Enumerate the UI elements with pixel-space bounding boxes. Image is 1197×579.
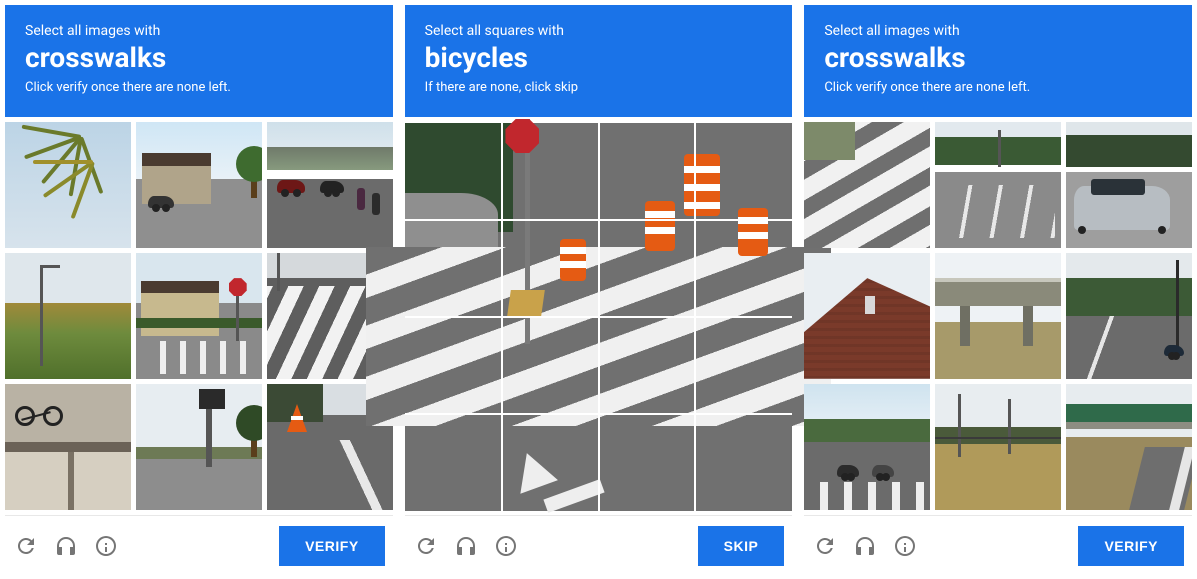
grid-tile[interactable]: [695, 123, 792, 220]
grid-tile[interactable]: [136, 384, 262, 510]
headphones-icon[interactable]: [852, 533, 878, 559]
prompt-subject: crosswalks: [25, 41, 373, 74]
grid-tile[interactable]: [502, 317, 599, 414]
grid-tile[interactable]: [935, 384, 1061, 510]
prompt-line2: If there are none, click skip: [425, 80, 773, 95]
grid-tile[interactable]: [599, 123, 696, 220]
grid-tile[interactable]: [599, 220, 696, 317]
prompt-line2: Click verify once there are none left.: [824, 80, 1172, 95]
grid-tile[interactable]: [405, 414, 502, 511]
verify-button[interactable]: VERIFY: [1078, 526, 1184, 566]
grid-tile[interactable]: [502, 220, 599, 317]
reload-icon[interactable]: [812, 533, 838, 559]
grid-tile[interactable]: [5, 384, 131, 510]
grid-tile[interactable]: [502, 123, 599, 220]
prompt-line1: Select all squares with: [425, 23, 773, 39]
grid-tile[interactable]: [695, 317, 792, 414]
grid-tile[interactable]: [5, 253, 131, 379]
skip-button[interactable]: SKIP: [698, 526, 785, 566]
image-grid-container: [405, 117, 793, 511]
captcha-footer: VERIFY: [804, 515, 1192, 574]
info-icon[interactable]: [892, 533, 918, 559]
captcha-header: Select all images with crosswalks Click …: [5, 5, 393, 117]
grid-tile[interactable]: [695, 414, 792, 511]
grid-tile[interactable]: [804, 253, 930, 379]
prompt-subject: bicycles: [425, 41, 773, 74]
grid-tile[interactable]: [695, 220, 792, 317]
captcha-panel-1: Select all images with crosswalks Click …: [5, 5, 393, 574]
reload-icon[interactable]: [13, 533, 39, 559]
grid-tile[interactable]: [599, 414, 696, 511]
grid-tile[interactable]: [267, 122, 393, 248]
grid-tile[interactable]: [935, 122, 1061, 248]
captcha-panel-2: Select all squares with bicycles If ther…: [405, 5, 793, 574]
reload-icon[interactable]: [413, 533, 439, 559]
grid-tile[interactable]: [1066, 384, 1192, 510]
grid-tile[interactable]: [5, 122, 131, 248]
captcha-header: Select all images with crosswalks Click …: [804, 5, 1192, 117]
grid-tile[interactable]: [935, 253, 1061, 379]
grid-tile[interactable]: [804, 122, 930, 248]
grid-tile[interactable]: [136, 122, 262, 248]
captcha-footer: VERIFY: [5, 515, 393, 574]
grid-tile[interactable]: [405, 123, 502, 220]
grid-tile[interactable]: [599, 317, 696, 414]
captcha-header: Select all squares with bicycles If ther…: [405, 5, 793, 117]
grid-tile[interactable]: [502, 414, 599, 511]
image-grid: [804, 117, 1192, 510]
grid-tile[interactable]: [1066, 122, 1192, 248]
grid-tile[interactable]: [405, 220, 502, 317]
captcha-panel-3: Select all images with crosswalks Click …: [804, 5, 1192, 574]
captcha-footer: SKIP: [405, 515, 793, 574]
verify-button[interactable]: VERIFY: [279, 526, 385, 566]
prompt-line1: Select all images with: [824, 23, 1172, 39]
grid-tile[interactable]: [1066, 253, 1192, 379]
grid-tile[interactable]: [405, 317, 502, 414]
info-icon[interactable]: [93, 533, 119, 559]
headphones-icon[interactable]: [453, 533, 479, 559]
headphones-icon[interactable]: [53, 533, 79, 559]
prompt-subject: crosswalks: [824, 41, 1172, 74]
info-icon[interactable]: [493, 533, 519, 559]
image-grid: [405, 117, 793, 511]
image-grid: [5, 117, 393, 510]
grid-tile[interactable]: [136, 253, 262, 379]
grid-tile[interactable]: [804, 384, 930, 510]
prompt-line1: Select all images with: [25, 23, 373, 39]
prompt-line2: Click verify once there are none left.: [25, 80, 373, 95]
